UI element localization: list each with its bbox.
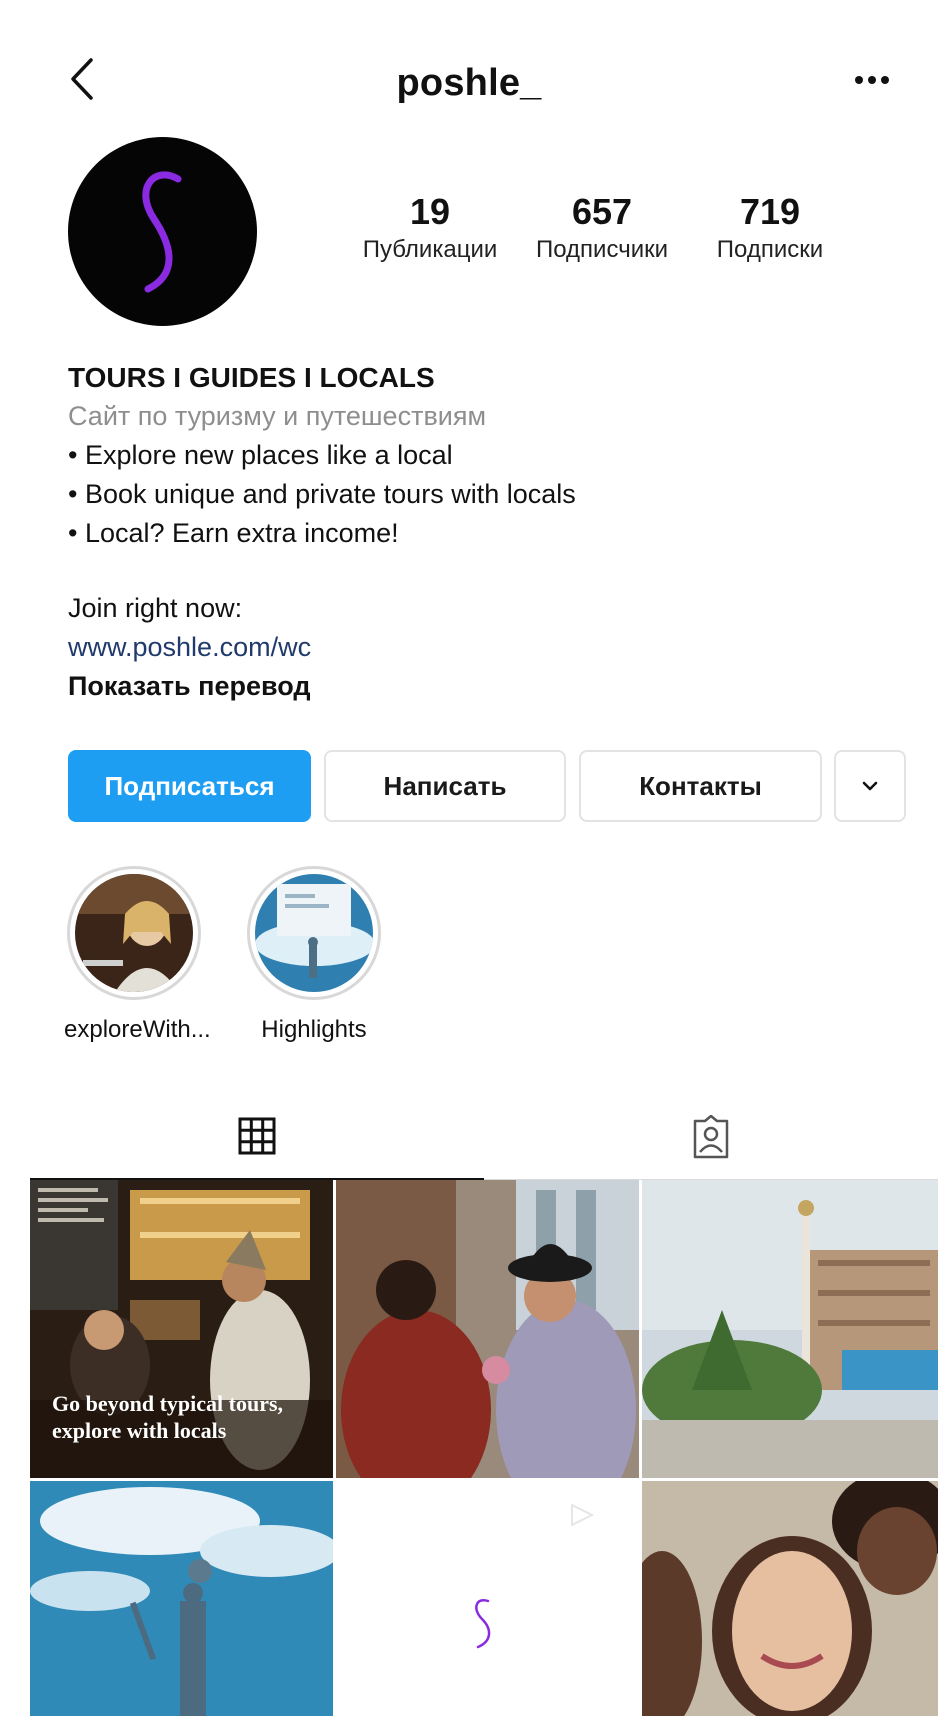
profile-tabs — [30, 1094, 938, 1180]
post-image-statue-sky — [30, 1481, 333, 1716]
tab-tagged-posts[interactable] — [484, 1094, 938, 1180]
bio-spacer — [68, 553, 888, 589]
stat-followers-count: 657 — [571, 191, 633, 232]
tab-posts-grid[interactable] — [30, 1094, 484, 1180]
profile-username: poshle_ — [396, 62, 542, 104]
profile-name: TOURS I GUIDES I LOCALS — [68, 362, 435, 393]
highlight-image — [75, 874, 193, 992]
stat-following[interactable]: 719 Подписки — [690, 190, 850, 266]
story-highlight-highlights[interactable]: Highlights — [244, 866, 384, 1046]
highlight-thumbnail — [75, 874, 193, 992]
bio-line: • Explore new places like a local — [68, 440, 453, 470]
grid-icon — [238, 1117, 276, 1155]
highlight-label: Highlights — [261, 1016, 367, 1043]
profile-actions: Подписаться Написать Контакты — [68, 750, 908, 822]
highlight-label: exploreWith... — [64, 1016, 211, 1043]
post-tile[interactable] — [336, 1180, 639, 1478]
post-tile[interactable] — [30, 1481, 333, 1716]
tagged-user-icon — [693, 1114, 729, 1158]
post-image-friends — [642, 1481, 938, 1716]
bio-join-text: Join right now: — [68, 593, 243, 623]
stat-posts-count: 19 — [409, 191, 451, 232]
stat-following-label: Подписки — [716, 236, 824, 263]
highlight-thumbnail — [255, 874, 373, 992]
post-image-logo — [336, 1481, 639, 1716]
post-caption-text: Go beyond typical tours, explore with lo… — [52, 1391, 284, 1443]
highlight-ring — [247, 866, 381, 1000]
post-image-couple — [336, 1180, 639, 1478]
post-tile[interactable]: Go beyond typical tours, explore with lo… — [30, 1180, 333, 1478]
highlight-ring — [67, 866, 201, 1000]
follow-button[interactable]: Подписаться — [68, 750, 311, 822]
stat-posts[interactable]: 19 Публикации — [340, 190, 520, 266]
post-image-city-monument — [642, 1180, 938, 1478]
profile-stats: 19 Публикации 657 Подписчики 719 Подписк… — [340, 190, 870, 290]
post-tile[interactable] — [642, 1180, 938, 1478]
bio-line: • Book unique and private tours with loc… — [68, 479, 576, 509]
story-highlight-explore[interactable]: exploreWith... — [64, 866, 211, 1046]
stat-posts-label: Публикации — [362, 236, 498, 263]
profile-bio: TOURS I GUIDES I LOCALS Сайт по туризму … — [68, 358, 888, 706]
profile-header: poshle_ — [0, 40, 938, 120]
post-tile[interactable] — [642, 1481, 938, 1716]
logo-s-icon — [142, 171, 182, 293]
chevron-down-icon — [862, 781, 878, 791]
bio-line: • Local? Earn extra income! — [68, 518, 399, 548]
post-tile[interactable] — [336, 1481, 639, 1716]
stat-followers-label: Подписчики — [535, 236, 669, 263]
profile-category: Сайт по туризму и путешествиям — [68, 401, 487, 431]
more-horizontal-icon — [855, 76, 889, 84]
message-button[interactable]: Написать — [324, 750, 566, 822]
more-options-button[interactable] — [852, 62, 892, 98]
stat-following-count: 719 — [739, 191, 801, 232]
suggested-accounts-button[interactable] — [834, 750, 906, 822]
highlight-image — [255, 874, 373, 992]
stat-followers[interactable]: 657 Подписчики — [522, 190, 682, 266]
contacts-button[interactable]: Контакты — [579, 750, 822, 822]
show-translation-link[interactable]: Показать перевод — [68, 667, 888, 706]
profile-avatar[interactable] — [68, 137, 257, 326]
bio-website-link[interactable]: www.poshle.com/wc — [68, 628, 888, 667]
posts-grid: Go beyond typical tours, explore with lo… — [30, 1180, 938, 1716]
